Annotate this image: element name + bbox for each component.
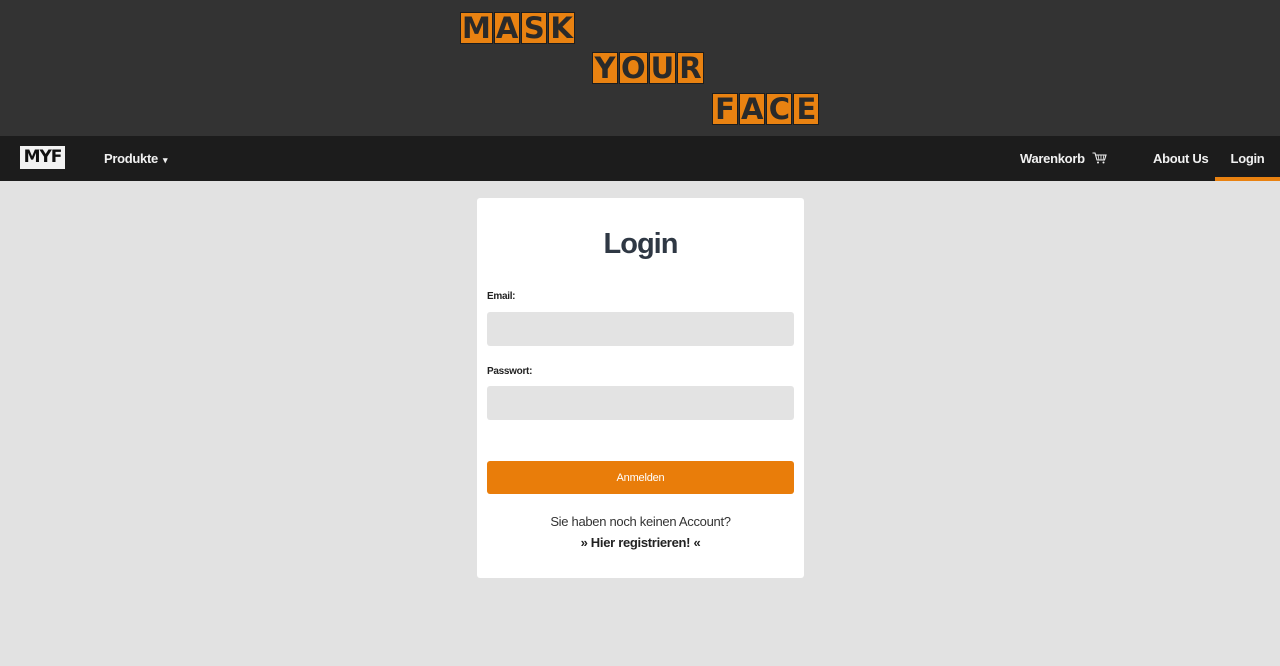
main-navbar: MYF Produkte ▾ Warenkorb About Us Login xyxy=(0,136,1280,181)
nav-cart-label: Warenkorb xyxy=(1020,151,1085,166)
nav-logo[interactable]: MYF xyxy=(20,146,65,169)
nav-login-label: Login xyxy=(1230,151,1265,166)
register-link[interactable]: » Hier registrieren! « xyxy=(477,535,804,550)
nav-cart-link[interactable]: Warenkorb xyxy=(1020,136,1107,181)
caret-down-icon: ▾ xyxy=(162,155,168,165)
shopping-cart-icon xyxy=(1092,137,1107,183)
password-field[interactable] xyxy=(487,386,794,420)
nav-produkte-dropdown[interactable]: Produkte ▾ xyxy=(104,136,167,181)
banner-letter: A xyxy=(493,11,521,45)
email-field[interactable] xyxy=(487,312,794,346)
banner-letter: U xyxy=(648,51,677,85)
banner-letter: M xyxy=(460,11,493,45)
banner-letter: E xyxy=(793,93,820,125)
banner-letter: F xyxy=(712,93,738,125)
email-label: Email: xyxy=(487,291,516,302)
nav-login-link[interactable]: Login xyxy=(1215,136,1280,181)
banner-word-your: Y O U R xyxy=(592,52,704,84)
login-card: Login Email: Passwort: Anmelden Sie habe… xyxy=(477,198,804,578)
banner-letter: S xyxy=(521,12,548,44)
register-question: Sie haben noch keinen Account? xyxy=(550,514,731,529)
banner-letter: R xyxy=(677,51,704,85)
page-title: Login xyxy=(603,228,679,260)
password-label: Passwort: xyxy=(487,366,533,377)
header-banner: M A S K Y O U R F A C E xyxy=(0,0,1280,136)
nav-produkte-label: Produkte xyxy=(104,151,158,166)
banner-letter: Y xyxy=(592,52,618,84)
active-tab-indicator xyxy=(1215,177,1280,181)
nav-about-link[interactable]: About Us xyxy=(1153,136,1209,181)
login-submit-button[interactable]: Anmelden xyxy=(487,461,794,494)
banner-letter: O xyxy=(619,51,648,85)
banner-word-face: F A C E xyxy=(712,92,820,126)
banner-word-mask: M A S K xyxy=(460,12,575,44)
banner-letter: C xyxy=(766,93,793,125)
banner-letter: K xyxy=(548,11,575,45)
banner-letter: A xyxy=(739,92,766,126)
